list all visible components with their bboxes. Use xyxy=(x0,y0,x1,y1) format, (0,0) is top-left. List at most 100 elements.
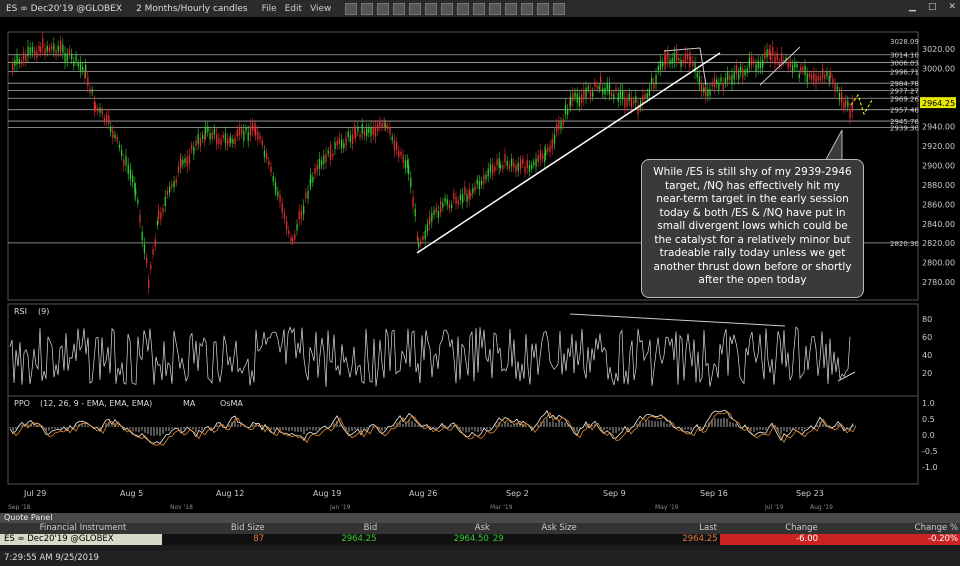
header-ask: Ask xyxy=(474,523,490,533)
toolbar-icon[interactable] xyxy=(537,2,550,15)
candle-body xyxy=(116,136,118,141)
candle-body xyxy=(60,42,62,51)
candle-body xyxy=(118,144,121,148)
menu-view[interactable]: View xyxy=(310,4,331,14)
candle-body xyxy=(774,56,776,64)
toolbar-icon[interactable] xyxy=(345,2,358,15)
candle-body xyxy=(51,45,53,50)
candle-body xyxy=(492,164,494,174)
candle-body xyxy=(408,164,410,175)
candle-body xyxy=(230,137,232,143)
toolbar-icon[interactable] xyxy=(377,2,390,15)
maximize-icon[interactable]: □ xyxy=(928,2,937,12)
price-tick-label: 2940.00 xyxy=(922,123,955,132)
candle-body xyxy=(414,208,416,217)
candle-body xyxy=(830,72,832,78)
candle-body xyxy=(813,73,815,81)
candle-body xyxy=(608,84,611,94)
candle-body xyxy=(755,64,757,72)
toolbar-icon[interactable] xyxy=(409,2,422,15)
time-subtick: Mar '19 xyxy=(490,504,513,511)
quote-panel-title: Quote Panel xyxy=(0,513,960,523)
quote-row[interactable]: ES ∞ Dec20'19 @GLOBEX 87 2964.25 2964.50… xyxy=(0,534,960,545)
quote-instrument[interactable]: ES ∞ Dec20'19 @GLOBEX xyxy=(0,534,162,545)
candle-body xyxy=(310,174,312,183)
candle-body xyxy=(694,63,696,73)
candle-body xyxy=(727,72,729,81)
instrument-title[interactable]: ES ∞ Dec20'19 @GLOBEX xyxy=(6,4,122,14)
menu-file[interactable]: File xyxy=(262,4,277,14)
close-icon[interactable]: ✕ xyxy=(948,2,956,12)
candle-body xyxy=(742,68,744,79)
candle-body xyxy=(806,73,808,83)
minimize-icon[interactable]: ▁ xyxy=(909,2,916,12)
candle-body xyxy=(770,51,772,61)
price-tick-label: 2920.00 xyxy=(922,142,955,151)
candle-body xyxy=(481,180,483,185)
interval-title[interactable]: 2 Months/Hourly candles xyxy=(136,4,248,14)
toolbar-icon[interactable] xyxy=(393,2,406,15)
candle-body xyxy=(20,60,23,65)
candle-body xyxy=(426,224,429,232)
candle-body xyxy=(121,149,123,156)
candle-body xyxy=(123,159,125,167)
toolbar-icon[interactable] xyxy=(425,2,438,15)
candle-body xyxy=(562,119,564,126)
candle-body xyxy=(361,124,363,134)
candle-body xyxy=(112,130,114,139)
candle-body xyxy=(211,132,213,139)
candle-body xyxy=(154,239,156,246)
candle-body xyxy=(718,82,720,90)
candle-body xyxy=(357,126,359,132)
candle-body xyxy=(243,130,245,141)
header-ask-size: Ask Size xyxy=(541,523,577,533)
candle-body xyxy=(127,164,129,174)
candle-body xyxy=(402,155,404,163)
candle-body xyxy=(31,46,34,53)
candle-body xyxy=(82,66,84,71)
candle-body xyxy=(294,234,296,240)
candle-body xyxy=(209,132,211,140)
quote-ask: 2964.50 xyxy=(453,534,489,544)
toolbar-icon[interactable] xyxy=(505,2,518,15)
candle-body xyxy=(166,190,169,195)
candle-body xyxy=(164,196,166,206)
candle-body xyxy=(843,102,845,109)
toolbar-icon[interactable] xyxy=(489,2,502,15)
candle-body xyxy=(36,51,38,58)
candle-body xyxy=(824,74,826,79)
candle-body xyxy=(404,160,407,169)
toolbar-icon[interactable] xyxy=(441,2,454,15)
candle-body xyxy=(57,45,59,52)
candle-body xyxy=(585,88,587,98)
candle-body xyxy=(132,175,134,183)
candle-body xyxy=(611,92,613,97)
candle-body xyxy=(363,130,366,136)
candle-body xyxy=(66,53,68,62)
candle-body xyxy=(665,55,667,64)
candle-body xyxy=(275,185,277,192)
candle-body xyxy=(489,163,492,173)
menu-edit[interactable]: Edit xyxy=(285,4,302,14)
candle-body xyxy=(687,53,689,60)
candle-body xyxy=(177,166,180,173)
toolbar-icon[interactable] xyxy=(473,2,486,15)
candle-body xyxy=(266,153,268,159)
toolbar-icon[interactable] xyxy=(521,2,534,15)
candle-body xyxy=(379,121,381,128)
time-tick: Jul 29 xyxy=(23,489,46,498)
toolbar-icon[interactable] xyxy=(361,2,374,15)
candle-body xyxy=(87,76,89,86)
candle-body xyxy=(613,94,615,99)
candle-body xyxy=(137,200,139,204)
toolbar-icon[interactable] xyxy=(457,2,470,15)
candle-body xyxy=(25,54,27,62)
candle-body xyxy=(89,88,91,93)
candle-body xyxy=(535,158,537,167)
toolbar-icon[interactable] xyxy=(553,2,566,15)
quote-bid: 2964.25 xyxy=(341,534,377,544)
ppo-tick: 0.0 xyxy=(922,431,935,440)
candle-body xyxy=(589,89,592,98)
candle-body xyxy=(444,197,446,203)
candle-body xyxy=(682,59,684,64)
